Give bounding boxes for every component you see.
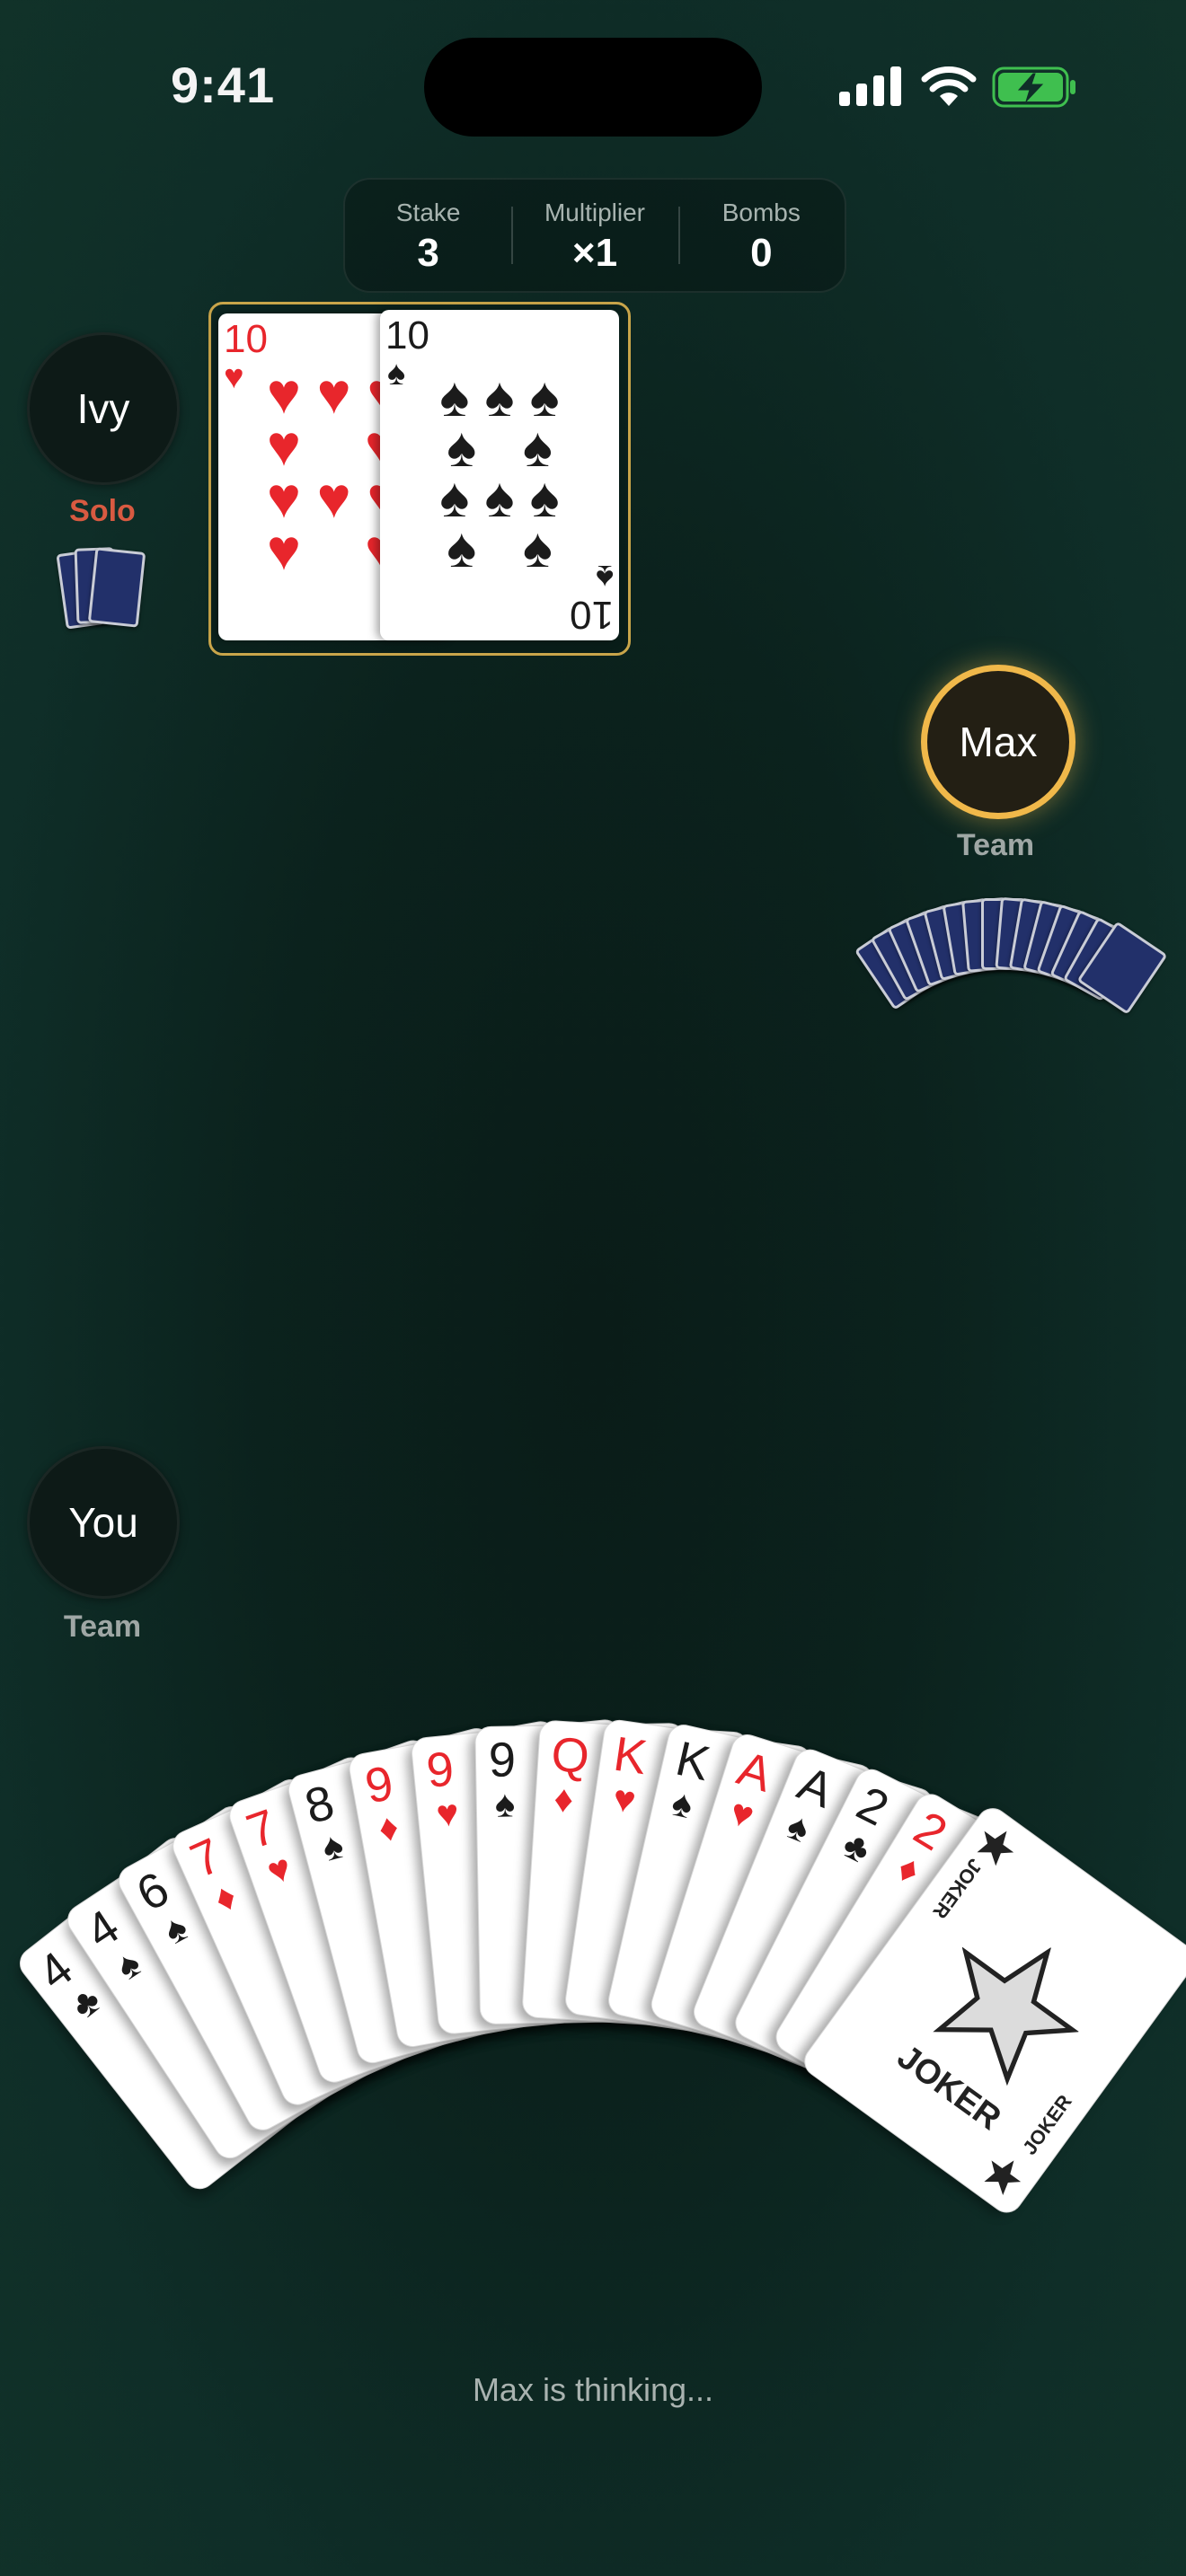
cellular-signal-icon <box>839 66 901 106</box>
player-role-ivy: Solo <box>69 494 136 528</box>
card-back <box>87 547 146 628</box>
card-suit: ♥ <box>224 358 244 396</box>
card-suit: ♦ <box>890 1846 929 1892</box>
played-cards-area: 10 ♥ ♥ ♥ ♥ ♥ ♥ ♥ ♥ ♥ ♥ ♥ 10 ♠ ♠ ♠ ♠ ♠ ♠ ♠ ♠ ♠… <box>208 302 631 656</box>
card-suit: ♠ <box>156 1905 195 1953</box>
dynamic-island <box>424 38 762 137</box>
card-suit: ♠ <box>494 1782 516 1825</box>
player-role-you: Team <box>63 1610 142 1644</box>
multiplier-value: ×1 <box>571 231 618 275</box>
player-avatar-max[interactable]: Max <box>921 665 1075 819</box>
card-suit: ♥ <box>434 1790 461 1836</box>
card-suit: ♦ <box>208 1874 243 1921</box>
status-time: 9:41 <box>171 57 276 113</box>
player-hand: 4 ♣ 4 ♠ 6 ♠ 7 ♦ 7 ♥ 8 ♠ 9 ♦ 9 ♥ 9 ♠ Q ♦ K ♥ K ♠ A ♥ A ♠ 2 ♣ 2 ♦ JOKER JOK… <box>0 1707 1186 2335</box>
score-panel: Stake 3 Multiplier ×1 Bombs 0 <box>343 178 846 293</box>
card-rank-bottom: 10 <box>570 593 614 637</box>
card-suit: ♥ <box>261 1845 297 1893</box>
bombs-label: Bombs <box>721 198 801 226</box>
card-rank: 9 <box>424 1742 456 1799</box>
stake-cell: Stake 3 <box>345 180 511 291</box>
stake-label: Stake <box>395 198 461 226</box>
card-suit: ♠ <box>781 1804 816 1851</box>
card-suit: ♦ <box>553 1777 575 1821</box>
card-suit: ♠ <box>668 1780 697 1827</box>
card-suit: ♠ <box>387 355 406 393</box>
card-suit: ♦ <box>375 1804 403 1850</box>
bombs-cell: Bombs 0 <box>677 180 845 291</box>
card-suit: ♣ <box>836 1822 878 1872</box>
card-suit: ♥ <box>725 1789 759 1838</box>
status-message: Max is thinking... <box>472 2371 714 2408</box>
stake-value: 3 <box>417 231 439 275</box>
multiplier-label: Multiplier <box>544 198 645 226</box>
card-rank: Q <box>549 1727 591 1784</box>
played-card-10-spades: 10 ♠ ♠ ♠ ♠ ♠ ♠ ♠ ♠ ♠ ♠ ♠ ♠ 10 <box>380 310 619 640</box>
max-card-fan <box>827 880 1168 1015</box>
player-avatar-ivy[interactable]: Ivy <box>27 332 180 485</box>
card-suit-bottom: ♠ <box>595 558 614 595</box>
ivy-card-stack <box>56 543 155 630</box>
card-rank: 10 <box>385 313 429 357</box>
card-suit: ♠ <box>317 1822 348 1870</box>
battery-charging-icon <box>992 66 1075 108</box>
card-suit: ♥ <box>610 1776 639 1822</box>
bombs-value: 0 <box>750 231 773 275</box>
player-avatar-you[interactable]: You <box>27 1446 180 1599</box>
player-role-max: Team <box>956 828 1035 862</box>
spade-pips: ♠ ♠ ♠ ♠ ♠ ♠ ♠ ♠ ♠ ♠ <box>439 366 560 579</box>
wifi-icon <box>921 66 977 106</box>
card-rank: 10 <box>224 317 268 361</box>
card-suit: ♠ <box>108 1941 148 1989</box>
multiplier-cell: Multiplier ×1 <box>511 180 677 291</box>
card-rank: 9 <box>488 1733 517 1787</box>
star-icon <box>984 2160 1022 2196</box>
